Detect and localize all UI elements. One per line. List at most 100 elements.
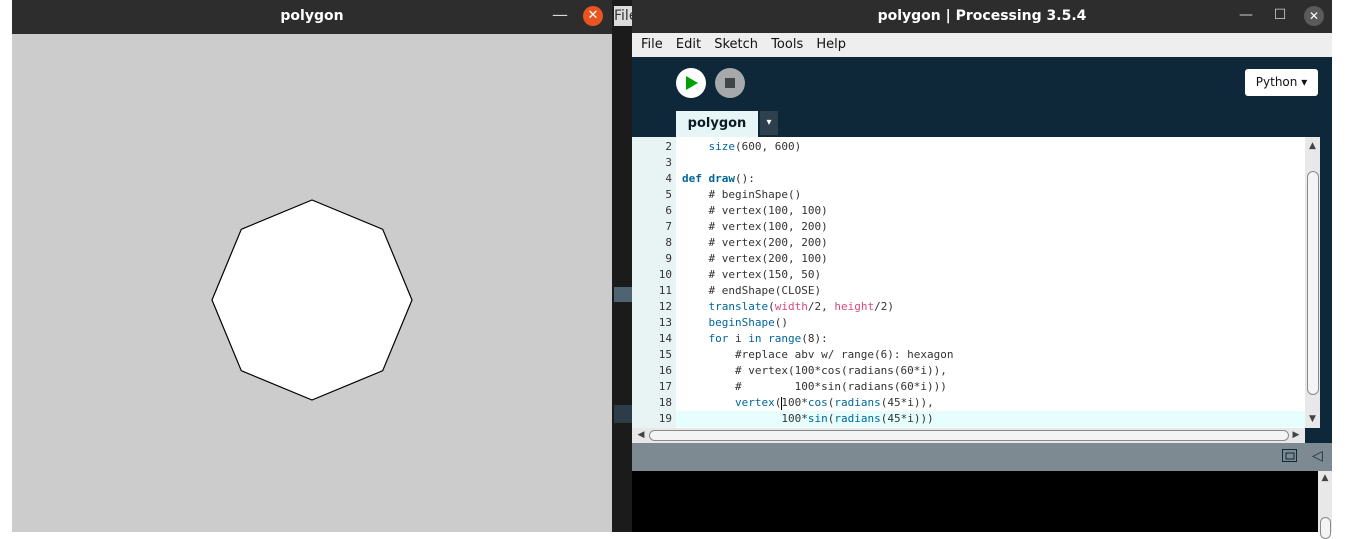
code-line[interactable]: # vertex(100*cos(radians(60*i)), xyxy=(676,363,1305,379)
line-number: 7 xyxy=(665,220,672,233)
console-area[interactable] xyxy=(632,471,1332,532)
mode-selector[interactable]: Python ▾ xyxy=(1245,69,1318,96)
line-number: 18 xyxy=(658,396,672,409)
code-token: # vertex(100, 100) xyxy=(682,204,828,217)
ide-title-bar[interactable]: polygon | Processing 3.5.4 xyxy=(632,0,1332,33)
code-line[interactable]: # endShape(CLOSE) xyxy=(676,283,1305,299)
line-number: 14 xyxy=(658,332,672,345)
toolbar: Python ▾ xyxy=(632,57,1332,109)
code-line[interactable]: #replace abv w/ range(6): hexagon xyxy=(676,347,1305,363)
line-number: 15 xyxy=(658,348,672,361)
console-icon[interactable] xyxy=(1282,449,1298,463)
code-token: ( xyxy=(768,300,775,313)
tab-menu-arrow-icon[interactable]: ▾ xyxy=(760,111,778,135)
code-line[interactable]: def draw(): xyxy=(676,171,1305,187)
code-token: # vertex(100*cos(radians(60*i)), xyxy=(682,364,947,377)
close-icon[interactable]: ✕ xyxy=(1304,6,1324,26)
line-number-gutter: 2 3 4 5 6 7 8 9 10 11 12 13 14 15 16 17 18 19 xyxy=(632,137,676,428)
sketch-title-bar[interactable]: polygon xyxy=(12,0,612,34)
code-token: vertex xyxy=(734,396,775,409)
code-token: radians xyxy=(834,396,881,409)
line-number: 17 xyxy=(658,380,672,393)
code-editor[interactable]: size(600, 600) def draw(): # beginShape()… xyxy=(676,137,1305,428)
code-token: 100* xyxy=(781,396,808,409)
menu-tools[interactable]: Tools xyxy=(771,33,803,57)
console-scrollbar[interactable]: ▲ xyxy=(1318,471,1332,539)
code-line[interactable]: # vertex(100, 100) xyxy=(676,203,1305,219)
scroll-up-icon[interactable]: ▲ xyxy=(1305,139,1320,153)
code-line[interactable]: beginShape() xyxy=(676,315,1305,331)
line-number: 4 xyxy=(665,172,672,185)
scroll-thumb[interactable] xyxy=(1320,517,1331,539)
status-bar: ◁ xyxy=(632,443,1332,471)
code-line[interactable]: translate(width/2, height/2) xyxy=(676,299,1305,315)
editor-vertical-scrollbar[interactable]: ▲ ▼ xyxy=(1305,137,1320,428)
code-line[interactable]: # vertex(200, 100) xyxy=(676,251,1305,267)
processing-ide-window: polygon | Processing 3.5.4 — ☐ ✕ File Ed… xyxy=(632,0,1332,539)
background-window-fragment xyxy=(614,405,632,423)
code-token: # 100*sin(radians(60*i))) xyxy=(682,380,947,393)
code-token: (45*i))) xyxy=(880,412,934,425)
line-number: 3 xyxy=(665,156,672,169)
minimize-icon[interactable]: — xyxy=(1233,0,1259,33)
run-button[interactable] xyxy=(676,68,706,98)
code-line[interactable]: 100*sin(radians(45*i))) xyxy=(676,411,1305,427)
play-icon xyxy=(686,76,698,90)
scroll-down-icon[interactable]: ▼ xyxy=(1305,412,1320,426)
scroll-thumb[interactable] xyxy=(649,430,1289,441)
code-line[interactable]: # vertex(150, 50) xyxy=(676,267,1305,283)
line-number: 9 xyxy=(665,252,672,265)
code-token: # vertex(200, 100) xyxy=(682,252,828,265)
sketch-canvas[interactable] xyxy=(12,34,612,532)
menu-file[interactable]: File xyxy=(641,33,663,57)
background-window-fragment xyxy=(614,287,632,302)
tab-polygon[interactable]: polygon xyxy=(676,111,758,137)
stop-button[interactable] xyxy=(715,68,745,98)
code-line[interactable]: # vertex(100, 200) xyxy=(676,219,1305,235)
scroll-thumb[interactable] xyxy=(1307,171,1319,395)
octagon-shape xyxy=(211,199,413,401)
editor-horizontal-scrollbar[interactable]: ◀ ▶ xyxy=(632,428,1305,443)
code-line[interactable]: # 100*sin(radians(60*i))) xyxy=(676,379,1305,395)
menu-edit[interactable]: Edit xyxy=(676,33,701,57)
menu-bar: File Edit Sketch Tools Help xyxy=(632,33,1332,57)
line-number: 12 xyxy=(658,300,672,313)
code-token: # vertex(200, 200) xyxy=(682,236,828,249)
code-line[interactable]: vertex(100*cos(radians(45*i)), xyxy=(676,395,1305,411)
collapse-console-icon[interactable]: ◁ xyxy=(1312,447,1323,465)
code-token: size xyxy=(708,140,736,153)
code-token: 100* xyxy=(682,412,808,425)
code-line[interactable]: size(600, 600) xyxy=(676,139,1305,155)
line-number: 5 xyxy=(665,188,672,201)
scroll-left-icon[interactable]: ◀ xyxy=(634,428,648,443)
menu-sketch[interactable]: Sketch xyxy=(714,33,758,57)
sketch-window: polygon — ✕ xyxy=(12,0,612,532)
code-token: width xyxy=(774,300,808,313)
sketch-window-title: polygon xyxy=(280,8,344,24)
code-token: beginShape xyxy=(708,316,775,329)
code-token: /2, xyxy=(807,300,835,313)
code-line[interactable] xyxy=(676,155,1305,171)
scroll-right-icon[interactable]: ▶ xyxy=(1289,428,1303,443)
code-token: i xyxy=(728,332,749,345)
code-token: draw xyxy=(708,172,736,185)
maximize-icon[interactable]: ☐ xyxy=(1267,0,1293,33)
code-line[interactable]: # beginShape() xyxy=(676,187,1305,203)
code-line[interactable]: for i in range(8): xyxy=(676,331,1305,347)
sketch-canvas-svg xyxy=(211,199,413,401)
code-line[interactable]: # vertex(200, 200) xyxy=(676,235,1305,251)
code-token: (): xyxy=(735,172,755,185)
code-token: () xyxy=(774,316,788,329)
code-token: /2) xyxy=(874,300,894,313)
line-number: 11 xyxy=(658,284,672,297)
code-token: (600, 600) xyxy=(735,140,802,153)
minimize-icon[interactable]: — xyxy=(548,0,572,34)
code-token: height xyxy=(834,300,875,313)
scroll-up-icon[interactable]: ▲ xyxy=(1318,473,1332,485)
code-token: range xyxy=(768,332,802,345)
close-icon[interactable]: ✕ xyxy=(583,6,603,26)
menu-help[interactable]: Help xyxy=(816,33,846,57)
